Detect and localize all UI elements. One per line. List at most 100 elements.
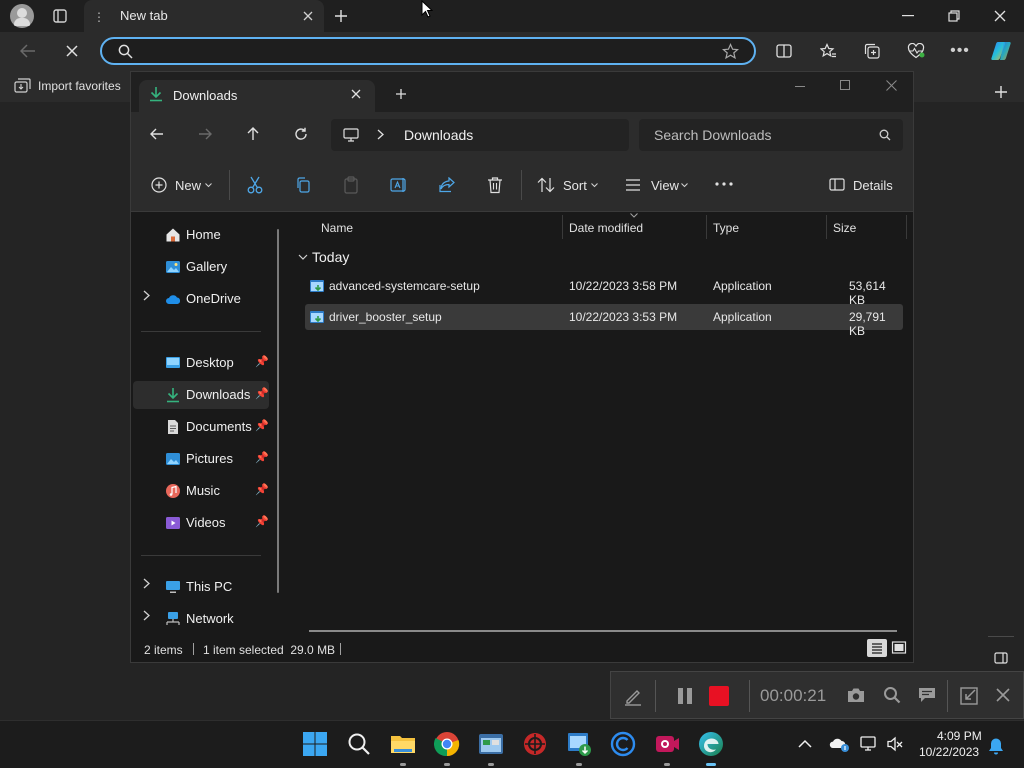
stop-record-icon[interactable] [709,686,729,706]
explorer-maximize-icon[interactable] [840,80,850,90]
column-header-type[interactable]: Type [713,221,739,235]
sidebar-item-downloads[interactable]: Downloads 📌 [133,381,269,409]
sidebar-scrollbar[interactable] [277,229,279,593]
horizontal-scrollbar[interactable] [309,630,897,632]
column-separator[interactable] [706,215,707,239]
rename-icon[interactable] [390,177,408,193]
annotation-comment-icon[interactable] [917,686,937,704]
split-screen-icon[interactable] [772,40,796,62]
explorer-up-icon[interactable] [247,127,259,141]
security-app-taskbar-icon[interactable] [522,731,548,757]
sidebar-add-icon[interactable] [990,82,1012,102]
sidebar-item-this-pc[interactable]: This PC [133,573,269,601]
pin-icon[interactable]: 📌 [255,451,269,464]
explorer-minimize-icon[interactable] [795,86,805,88]
tab-actions-icon[interactable] [50,6,70,26]
restore-window-icon[interactable] [942,6,966,26]
details-button[interactable]: Details [829,176,901,196]
expand-chevron-icon[interactable] [143,290,150,301]
zoom-search-icon[interactable] [883,686,901,704]
show-hidden-icons-chevron-icon[interactable] [798,739,812,748]
taskbar-search-icon[interactable] [346,731,372,757]
taskbar-time[interactable]: 4:09 PM [937,729,982,743]
breadcrumb-downloads[interactable]: Downloads [404,127,473,143]
pin-icon[interactable]: 📌 [255,515,269,528]
ccleaner-taskbar-icon[interactable] [610,731,636,757]
edge-taskbar-icon[interactable] [698,731,724,757]
installer-taskbar-icon[interactable] [566,731,592,757]
column-separator[interactable] [562,215,563,239]
import-favorites-link[interactable]: Import favorites [38,79,121,93]
app-manager-taskbar-icon[interactable] [478,731,504,757]
favorite-star-icon[interactable] [722,43,739,60]
new-tab-icon[interactable] [330,5,352,27]
close-recorder-icon[interactable] [996,688,1010,702]
volume-muted-icon[interactable] [886,735,904,753]
windows-start-icon[interactable] [302,731,328,757]
close-tab-icon[interactable] [298,6,318,26]
large-icons-view-icon[interactable] [891,639,907,657]
new-button[interactable]: New [151,176,217,196]
column-header-date-modified[interactable]: Date modified [569,221,643,235]
collections-icon[interactable] [860,40,884,62]
sidebar-item-music[interactable]: Music 📌 [133,477,269,505]
sidebar-item-desktop[interactable]: Desktop 📌 [133,349,269,377]
profile-avatar[interactable] [10,4,34,28]
delete-icon[interactable] [487,176,503,194]
paste-icon[interactable] [343,176,359,194]
copy-icon[interactable] [295,177,311,193]
close-explorer-tab-icon[interactable] [351,89,361,99]
explorer-back-icon[interactable] [150,128,164,140]
close-window-icon[interactable] [988,6,1012,26]
view-button[interactable]: View [625,176,689,196]
minimize-recorder-icon[interactable] [959,686,979,706]
explorer-close-icon[interactable] [886,80,897,91]
back-icon[interactable] [16,40,40,62]
file-explorer-taskbar-icon[interactable] [390,731,416,757]
address-bar[interactable] [100,37,756,65]
screen-recorder-taskbar-icon[interactable] [654,731,680,757]
explorer-refresh-icon[interactable] [294,127,308,141]
sort-button[interactable]: Sort [537,176,601,196]
taskbar-date[interactable]: 10/22/2023 [919,745,979,759]
pin-icon[interactable]: 📌 [255,483,269,496]
search-downloads-input[interactable]: Search Downloads [654,127,772,143]
column-separator[interactable] [906,215,907,239]
expand-chevron-icon[interactable] [143,578,150,589]
sidebar-item-onedrive[interactable]: OneDrive [133,285,269,313]
chrome-taskbar-icon[interactable] [434,731,460,757]
details-view-icon[interactable] [867,639,887,657]
pin-icon[interactable]: 📌 [255,387,269,400]
pen-annotate-icon[interactable] [623,686,643,706]
search-downloads-box[interactable]: Search Downloads [639,119,903,151]
column-header-name[interactable]: Name [321,221,353,235]
hide-sidebar-icon[interactable] [990,648,1012,668]
import-favorites-icon[interactable] [14,78,31,93]
file-row[interactable]: driver_booster_setup 10/22/2023 3:53 PM … [305,304,903,338]
file-row[interactable]: advanced-systemcare-setup 10/22/2023 3:5… [305,273,903,307]
address-breadcrumb[interactable]: Downloads [331,119,629,151]
share-icon[interactable] [439,177,455,193]
explorer-tab-downloads[interactable]: Downloads [139,80,375,112]
onedrive-tray-icon[interactable] [828,735,850,753]
network-tray-icon[interactable] [860,735,878,753]
sidebar-item-home[interactable]: Home [133,221,269,249]
sidebar-item-gallery[interactable]: Gallery [133,253,269,281]
pin-icon[interactable]: 📌 [255,419,269,432]
stop-loading-icon[interactable] [60,40,84,62]
sidebar-item-network[interactable]: Network [133,605,269,633]
sidebar-item-documents[interactable]: Documents 📌 [133,413,269,441]
favorites-icon[interactable] [816,40,840,62]
pin-icon[interactable]: 📌 [255,355,269,368]
group-collapse-chevron-icon[interactable] [298,254,308,261]
cut-icon[interactable] [247,176,263,194]
copilot-icon[interactable] [989,40,1015,62]
new-explorer-tab-icon[interactable] [395,88,407,100]
group-header-today[interactable]: Today [312,249,349,265]
camera-snapshot-icon[interactable] [847,687,865,703]
column-header-size[interactable]: Size [833,221,856,235]
browser-essentials-icon[interactable] [904,40,928,62]
minimize-window-icon[interactable] [896,6,920,26]
sidebar-item-pictures[interactable]: Pictures 📌 [133,445,269,473]
more-options-icon[interactable] [715,182,733,186]
